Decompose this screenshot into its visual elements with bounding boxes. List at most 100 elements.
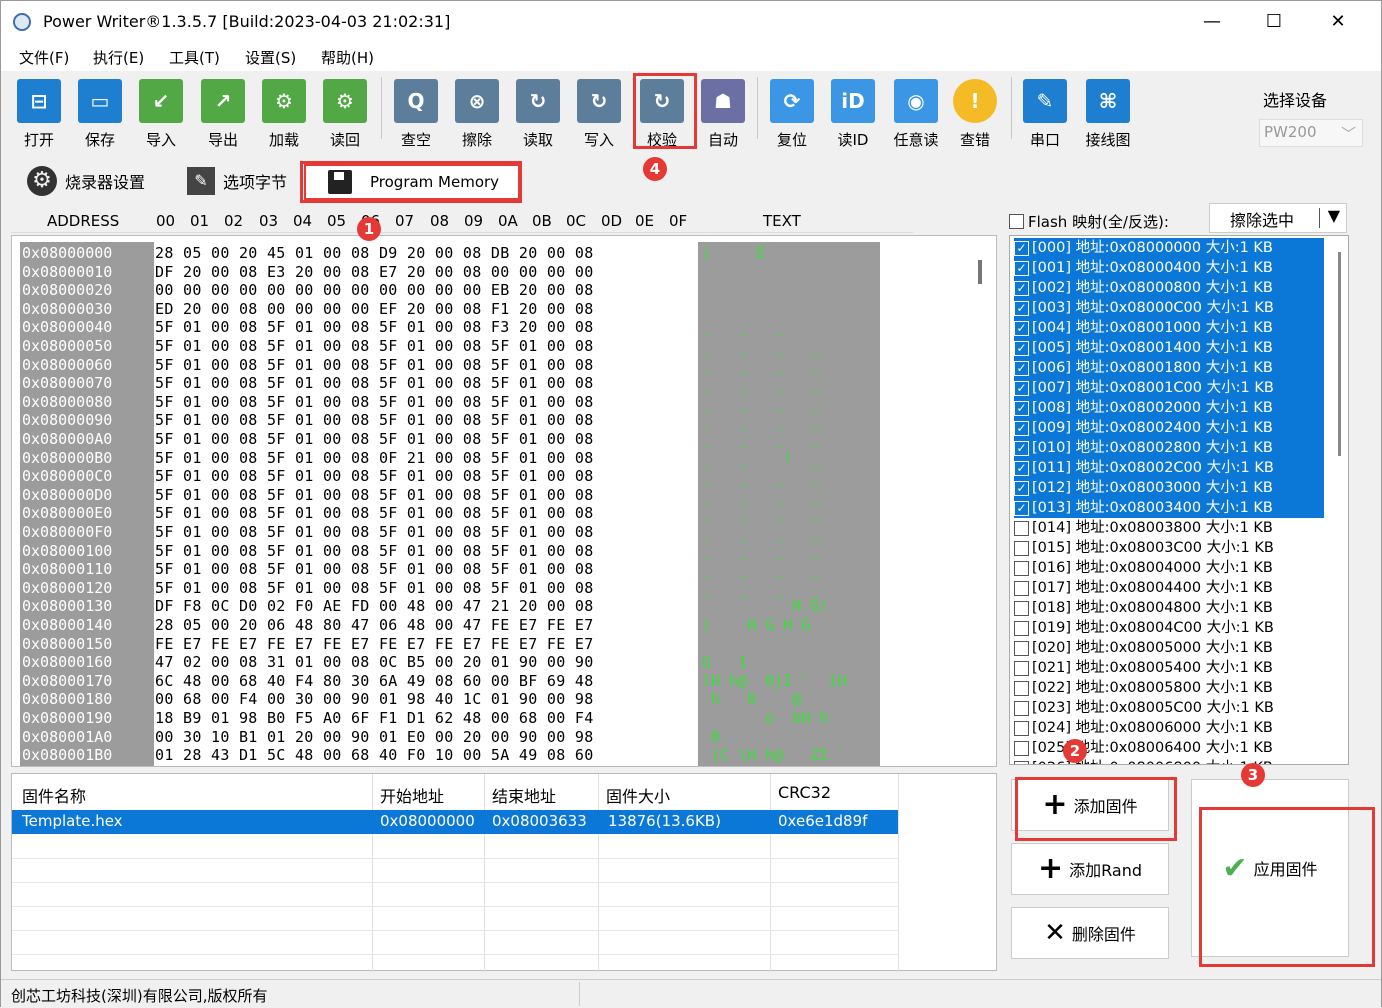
delete-firmware-button[interactable]: ✕ 删除固件 [1011, 907, 1169, 959]
list-item[interactable]: ✓ [000] 地址:0x08000000 大小:1 KB [1014, 238, 1324, 258]
hex-text: lH h@ 0jI ` iH [702, 671, 847, 690]
hex-address: 0x08000150 [22, 634, 113, 653]
erase-selected-button[interactable]: 擦除选中 ▼ [1209, 203, 1347, 233]
col-firmware-name: 固件名称 [22, 787, 87, 806]
maximize-button[interactable]: ☐ [1249, 7, 1299, 37]
add-rand-button[interactable]: + 添加Rand [1011, 843, 1169, 895]
minimize-button[interactable]: — [1187, 7, 1237, 37]
menu-file[interactable]: 文件(F) [19, 47, 69, 68]
save-button[interactable]: ▭ 保存 [74, 79, 126, 150]
menu-tools[interactable]: 工具(T) [169, 47, 220, 68]
list-item[interactable]: ✓ [008] 地址:0x08002000 大小:1 KB [1014, 398, 1324, 418]
dropdown-arrow-icon[interactable]: ▼ [1328, 206, 1340, 225]
arbitrary-read-button[interactable]: ◉ 任意读 [887, 79, 945, 150]
list-item[interactable]: [015] 地址:0x08003C00 大小:1 KB [1014, 538, 1324, 558]
list-item[interactable]: ✓ [009] 地址:0x08002400 大小:1 KB [1014, 418, 1324, 438]
sector-checkbox[interactable]: ✓ [1014, 240, 1029, 256]
sector-checkbox[interactable]: ✓ [1014, 480, 1029, 496]
table-row[interactable]: Template.hex 0x08000000 0x08003633 13876… [12, 810, 898, 834]
list-item[interactable]: [018] 地址:0x08004800 大小:1 KB [1014, 598, 1324, 618]
sector-checkbox[interactable] [1014, 620, 1029, 636]
device-select[interactable]: PW200 ﹀ [1259, 119, 1363, 147]
list-item[interactable]: [026] 地址:0x08006800 大小:1 KB [1014, 758, 1324, 764]
list-item[interactable]: ✓ [012] 地址:0x08003000 大小:1 KB [1014, 478, 1324, 498]
sector-checkbox[interactable]: ✓ [1014, 420, 1029, 436]
hex-view[interactable]: 0x08000000 28 05 00 20 45 01 00 08 D9 20 … [11, 235, 997, 767]
list-item[interactable]: ✓ [004] 地址:0x08001000 大小:1 KB [1014, 318, 1324, 338]
wiring-diagram-button[interactable]: ⌘ 接线图 [1079, 79, 1137, 150]
read-id-button[interactable]: iD 读ID [827, 79, 879, 150]
sector-checkbox[interactable] [1014, 720, 1029, 736]
firmware-size-cell: 13876(13.6KB) [608, 812, 721, 830]
import-button[interactable]: ↙ 导入 [135, 79, 187, 150]
sector-checkbox[interactable]: ✓ [1014, 360, 1029, 376]
sector-checkbox[interactable]: ✓ [1014, 440, 1029, 456]
flash-map-label: Flash 映射(全/反选): [1028, 212, 1169, 231]
menu-settings[interactable]: 设置(S) [245, 47, 296, 68]
sector-checkbox[interactable]: ✓ [1014, 400, 1029, 416]
list-item[interactable]: ✓ [003] 地址:0x08000C00 大小:1 KB [1014, 298, 1324, 318]
erase-button[interactable]: ⊗ 擦除 [451, 79, 503, 150]
close-button[interactable]: ✕ [1313, 7, 1363, 37]
readback-button[interactable]: ⚙ 读回 [319, 79, 371, 150]
sector-checkbox[interactable] [1014, 660, 1029, 676]
sector-checkbox[interactable]: ✓ [1014, 340, 1029, 356]
hex-scrollbar[interactable] [978, 260, 982, 284]
list-item[interactable]: ✓ [002] 地址:0x08000800 大小:1 KB [1014, 278, 1324, 298]
list-item[interactable]: [020] 地址:0x08005000 大小:1 KB [1014, 638, 1324, 658]
reset-button[interactable]: ⟳ 复位 [766, 79, 818, 150]
sector-checkbox[interactable]: ✓ [1014, 460, 1029, 476]
tab-option-bytes[interactable]: ✎ 选项字节 [187, 163, 287, 199]
serial-port-button[interactable]: ✎ 串口 [1019, 79, 1071, 150]
hex-text: _ _ _ _ [702, 467, 820, 486]
sector-checkbox[interactable] [1014, 760, 1029, 764]
auto-button[interactable]: ☗ 自动 [697, 79, 749, 150]
list-item[interactable]: ✓ [011] 地址:0x08002C00 大小:1 KB [1014, 458, 1324, 478]
sector-checkbox[interactable]: ✓ [1014, 500, 1029, 516]
tab-programmer-settings[interactable]: ⚙ 烧录器设置 [27, 163, 145, 199]
sector-checkbox[interactable]: ✓ [1014, 260, 1029, 276]
load-button[interactable]: ⚙ 加载 [258, 79, 310, 150]
read-button[interactable]: ↻ 读取 [512, 79, 564, 150]
sector-checkbox[interactable]: ✓ [1014, 300, 1029, 316]
check-error-button[interactable]: ! 查错 [949, 79, 1001, 150]
sector-checkbox[interactable] [1014, 640, 1029, 656]
list-item[interactable]: ✓ [001] 地址:0x08000400 大小:1 KB [1014, 258, 1324, 278]
list-item[interactable]: [019] 地址:0x08004C00 大小:1 KB [1014, 618, 1324, 638]
sector-checkbox[interactable] [1014, 740, 1029, 756]
hex-address: 0x08000090 [22, 411, 113, 430]
sector-checkbox[interactable] [1014, 560, 1029, 576]
list-item[interactable]: ✓ [006] 地址:0x08001800 大小:1 KB [1014, 358, 1324, 378]
sector-checkbox[interactable] [1014, 600, 1029, 616]
list-item[interactable]: [017] 地址:0x08004400 大小:1 KB [1014, 578, 1324, 598]
sector-checkbox[interactable] [1014, 520, 1029, 536]
list-item[interactable]: [025] 地址:0x08006400 大小:1 KB [1014, 738, 1324, 758]
flash-list-scrollbar[interactable] [1338, 252, 1341, 456]
list-item[interactable]: ✓ [007] 地址:0x08001C00 大小:1 KB [1014, 378, 1324, 398]
sector-checkbox[interactable] [1014, 700, 1029, 716]
menu-help[interactable]: 帮助(H) [321, 47, 374, 68]
list-item[interactable]: [016] 地址:0x08004000 大小:1 KB [1014, 558, 1324, 578]
export-button[interactable]: ↗ 导出 [197, 79, 249, 150]
sector-checkbox[interactable] [1014, 540, 1029, 556]
sector-checkbox[interactable] [1014, 580, 1029, 596]
list-item[interactable]: [024] 地址:0x08006000 大小:1 KB [1014, 718, 1324, 738]
menu-execute[interactable]: 执行(E) [93, 47, 144, 68]
sector-checkbox[interactable]: ✓ [1014, 320, 1029, 336]
sector-checkbox[interactable] [1014, 680, 1029, 696]
list-item[interactable]: ✓ [005] 地址:0x08001400 大小:1 KB [1014, 338, 1324, 358]
gear-icon: ⚙ [27, 166, 57, 196]
list-item[interactable]: ✓ [013] 地址:0x08003400 大小:1 KB [1014, 498, 1324, 518]
list-item[interactable]: [023] 地址:0x08005C00 大小:1 KB [1014, 698, 1324, 718]
list-item[interactable]: ✓ [010] 地址:0x08002800 大小:1 KB [1014, 438, 1324, 458]
list-item[interactable]: [022] 地址:0x08005800 大小:1 KB [1014, 678, 1324, 698]
blank-check-button[interactable]: Q 查空 [390, 79, 442, 150]
open-button[interactable]: ⊟ 打开 [13, 79, 65, 150]
write-button[interactable]: ↻ 写入 [573, 79, 625, 150]
list-item[interactable]: [014] 地址:0x08003800 大小:1 KB [1014, 518, 1324, 538]
sector-checkbox[interactable]: ✓ [1014, 380, 1029, 396]
flash-sector-list[interactable]: ✓ [000] 地址:0x08000000 大小:1 KB ✓ [001] 地址:0x… [1009, 235, 1349, 765]
list-item[interactable]: [021] 地址:0x08005400 大小:1 KB [1014, 658, 1324, 678]
sector-checkbox[interactable]: ✓ [1014, 280, 1029, 296]
flash-select-all-checkbox[interactable] [1009, 213, 1024, 229]
